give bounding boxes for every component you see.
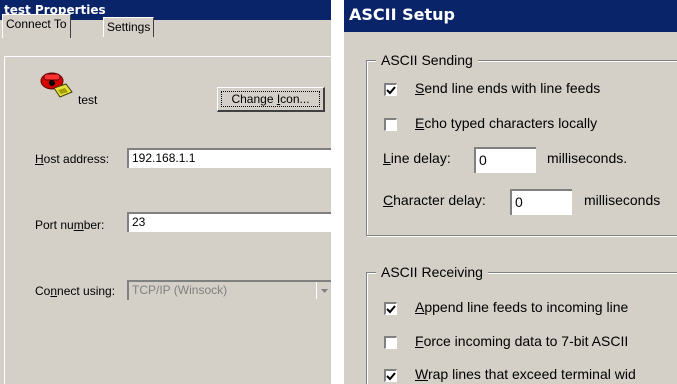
port-number-label-post: ber: (83, 218, 105, 232)
echo-typed-checkbox[interactable] (384, 118, 397, 131)
check-icon (386, 86, 396, 95)
port-number-label-pre: Port nu (35, 218, 74, 232)
echo-typed-text: cho typed characters locally (424, 115, 598, 131)
line-delay-label: Line delay: (383, 150, 451, 166)
append-line-feeds-checkbox[interactable] (384, 302, 397, 315)
window-title: ASCII Setup (344, 0, 677, 32)
chevron-down-icon[interactable] (316, 282, 331, 299)
host-address-field[interactable]: 192.168.1.1 (127, 148, 331, 168)
connect-using-label-post: nect using: (57, 284, 116, 298)
check-icon (386, 372, 396, 381)
host-address-label-text: ost address: (43, 152, 110, 166)
wrap-lines-mnemonic: W (415, 366, 428, 382)
tab-connect-to[interactable]: Connect To (2, 14, 71, 38)
force-7bit-text: orce incoming data to 7-bit ASCII (423, 333, 629, 349)
change-icon-button[interactable]: Change Icon... (217, 87, 325, 112)
tab-settings-label: Settings (107, 20, 151, 34)
port-number-label: Port number: (35, 218, 104, 232)
character-delay-mnemonic: C (383, 192, 394, 208)
check-icon (386, 305, 396, 314)
ascii-receiving-group-label: ASCII Receiving (376, 263, 488, 281)
append-line-feeds-text: ppend line feeds to incoming line (424, 299, 629, 315)
connection-name: test (78, 93, 98, 107)
connect-using-label: Connect using: (35, 284, 115, 298)
phone-connection-icon (38, 70, 74, 100)
wrap-lines-label[interactable]: Wrap lines that exceed terminal wid (415, 366, 636, 382)
connect-using-label-pre: Co (35, 284, 51, 298)
force-7bit-mnemonic: F (415, 333, 424, 349)
character-delay-field[interactable]: 0 (510, 189, 572, 215)
send-line-ends-text: end line ends with line feeds (424, 80, 601, 96)
echo-typed-label[interactable]: Echo typed characters locally (415, 115, 597, 131)
tab-connect-to-label: Connect To (6, 17, 67, 31)
ascii-sending-group-label: ASCII Sending (376, 51, 478, 69)
line-delay-text: ine delay: (390, 150, 451, 166)
character-delay-unit: milliseconds (584, 192, 661, 208)
append-line-feeds-label[interactable]: Append line feeds to incoming line (415, 299, 628, 315)
echo-typed-mnemonic: E (415, 115, 425, 131)
character-delay-text: haracter delay: (393, 192, 486, 208)
port-number-mnemonic: m (73, 218, 84, 232)
character-delay-label: Character delay: (383, 192, 486, 208)
change-icon-label-post: con... (280, 92, 310, 106)
send-line-ends-label[interactable]: Send line ends with line feeds (415, 80, 600, 96)
tab-settings[interactable]: Settings (103, 17, 155, 37)
send-line-ends-checkbox[interactable] (384, 83, 397, 96)
host-address-mnemonic: H (35, 152, 44, 166)
line-delay-unit: milliseconds. (547, 150, 628, 166)
ascii-setup-window: ASCII Setup ASCII Sending Send line ends… (344, 0, 677, 384)
line-delay-field[interactable]: 0 (474, 147, 536, 173)
host-address-label: Host address: (35, 152, 109, 166)
test-properties-window: test Properties Connect To Settings test… (0, 0, 331, 384)
connect-using-select[interactable]: TCP/IP (Winsock) (127, 280, 331, 300)
line-delay-mnemonic: L (383, 150, 391, 166)
force-7bit-checkbox[interactable] (384, 336, 397, 349)
wrap-lines-checkbox[interactable] (384, 369, 397, 382)
wrap-lines-text: rap lines that exceed terminal wid (427, 366, 636, 382)
append-line-feeds-mnemonic: A (415, 299, 425, 315)
send-line-ends-mnemonic: S (415, 80, 425, 96)
port-number-field[interactable]: 23 (127, 212, 331, 232)
change-icon-label-pre: Change (231, 92, 277, 106)
force-7bit-label[interactable]: Force incoming data to 7-bit ASCII (415, 333, 628, 349)
